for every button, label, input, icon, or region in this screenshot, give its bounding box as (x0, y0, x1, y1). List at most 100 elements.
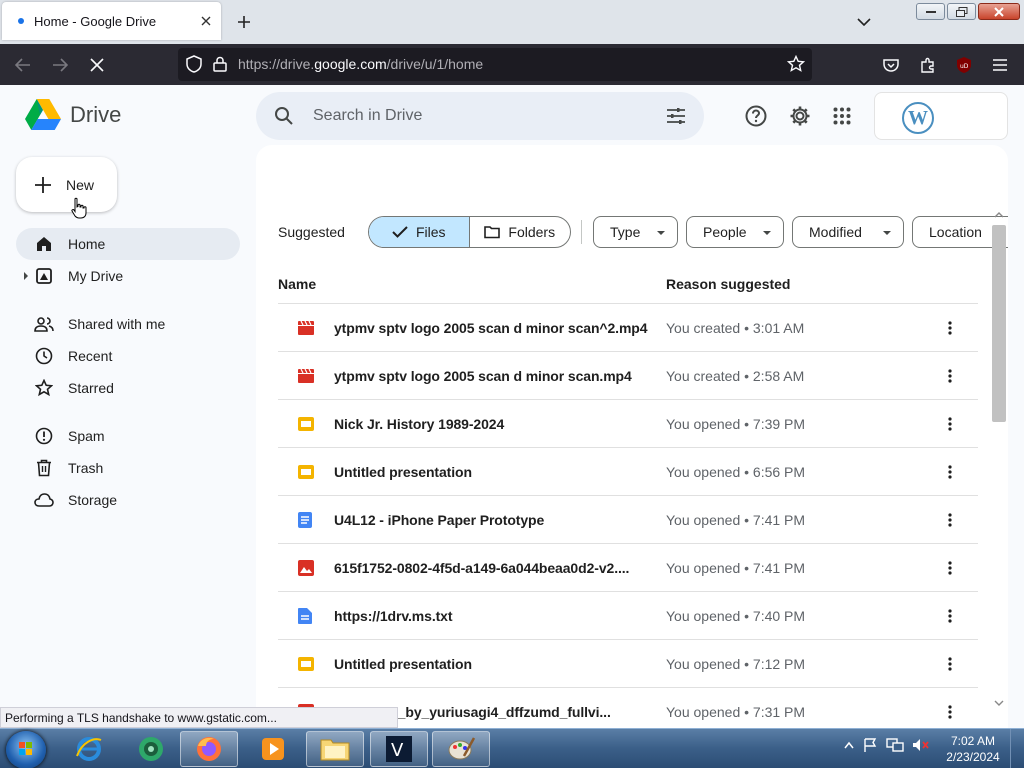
more-actions-icon[interactable] (940, 414, 960, 434)
system-tray (844, 737, 930, 753)
file-row[interactable]: ytpmv sptv logo 2005 scan d minor scan^2… (278, 304, 978, 352)
paint-icon[interactable] (432, 731, 490, 767)
settings-gear-icon[interactable] (788, 104, 812, 128)
sidebar-item-storage[interactable]: Storage (16, 484, 240, 516)
sidebar-item-home[interactable]: Home (16, 228, 240, 260)
file-row[interactable]: Untitled presentation You opened • 7:12 P… (278, 640, 978, 688)
modified-filter-chip[interactable]: Modified (792, 216, 904, 248)
browser-toolbar: https://drive.google.com/drive/u/1/home … (0, 44, 1024, 85)
lock-icon[interactable] (210, 54, 230, 74)
scroll-up-arrow-icon[interactable] (994, 210, 1004, 220)
file-name[interactable]: U4L12 - iPhone Paper Prototype (334, 512, 648, 528)
chip-label: Type (610, 224, 641, 240)
pocket-icon[interactable] (878, 52, 904, 78)
file-row[interactable]: 615f1752-0802-4f5d-a149-6a044beaa0d2-v2.… (278, 544, 978, 592)
restore-button[interactable] (947, 3, 976, 20)
file-row[interactable]: Untitled presentation You opened • 6:56 P… (278, 448, 978, 496)
address-bar[interactable]: https://drive.google.com/drive/u/1/home (178, 48, 812, 81)
search-input[interactable]: Search in Drive (313, 107, 422, 125)
firefox-icon[interactable] (180, 731, 238, 767)
file-row[interactable]: Nick Jr. History 1989-2024 You opened • 7… (278, 400, 978, 448)
internet-explorer-icon[interactable] (60, 731, 118, 767)
windows-logo-icon (19, 742, 32, 755)
network-icon[interactable] (886, 737, 904, 753)
more-actions-icon[interactable] (940, 606, 960, 626)
video-player-icon[interactable] (244, 731, 302, 767)
sidebar-item-trash[interactable]: Trash (16, 452, 240, 484)
forward-arrow-icon[interactable] (47, 52, 73, 78)
more-actions-icon[interactable] (940, 366, 960, 386)
home-icon (34, 234, 54, 254)
file-name[interactable]: ytpmv sptv logo 2005 scan d minor scan^2… (334, 320, 648, 336)
search-bar[interactable]: Search in Drive (256, 92, 704, 140)
sidebar-item-label: Recent (68, 348, 113, 364)
window-close-button[interactable] (978, 3, 1020, 20)
volume-muted-icon[interactable] (912, 737, 930, 753)
file-name[interactable]: 615f1752-0802-4f5d-a149-6a044beaa0d2-v2.… (334, 560, 648, 576)
app-title: Drive (70, 102, 122, 127)
file-name[interactable]: Nick Jr. History 1989-2024 (334, 416, 648, 432)
sidebar-item-shared[interactable]: Shared with me (16, 308, 240, 340)
more-actions-icon[interactable] (940, 654, 960, 674)
file-name[interactable]: https://1drv.ms.txt (334, 608, 648, 624)
type-filter-chip[interactable]: Type (593, 216, 678, 248)
account-button[interactable]: W (874, 92, 1008, 140)
file-reason: You created • 3:01 AM (666, 320, 805, 336)
sidebar-item-my-drive[interactable]: My Drive (16, 260, 240, 292)
show-desktop-button[interactable] (1010, 729, 1024, 768)
files-toggle-button[interactable]: Files (369, 217, 470, 247)
drive-logo[interactable]: Drive (24, 98, 121, 132)
more-actions-icon[interactable] (940, 462, 960, 482)
people-filter-chip[interactable]: People (686, 216, 784, 248)
close-tab-icon[interactable] (197, 12, 215, 30)
column-header-name[interactable]: Name (278, 276, 316, 292)
clock-date: 2/23/2024 (946, 750, 1000, 764)
vegas-pro-icon[interactable]: V (370, 731, 428, 767)
file-row[interactable]: U4L12 - iPhone Paper Prototype You opened… (278, 496, 978, 544)
sidebar-item-starred[interactable]: Starred (16, 372, 240, 404)
scroll-thumb[interactable] (992, 225, 1006, 422)
trash-icon (34, 458, 54, 478)
ublock-icon[interactable]: uD (951, 52, 977, 78)
folders-toggle-button[interactable]: Folders (470, 217, 571, 247)
more-actions-icon[interactable] (940, 510, 960, 530)
minimize-button[interactable] (916, 3, 945, 20)
action-center-flag-icon[interactable] (862, 737, 878, 753)
sidebar-item-label: Trash (68, 460, 104, 476)
sidebar-item-spam[interactable]: Spam (16, 420, 240, 452)
scrollbar[interactable] (990, 210, 1008, 710)
search-options-icon[interactable] (666, 106, 686, 131)
file-name[interactable]: Untitled presentation (334, 656, 648, 672)
more-actions-icon[interactable] (940, 318, 960, 338)
apps-grid-icon[interactable] (830, 104, 854, 128)
browser-tab[interactable]: Home - Google Drive (2, 2, 221, 40)
file-name[interactable]: ytpmv sptv logo 2005 scan d minor scan.m… (334, 368, 648, 384)
file-list: ytpmv sptv logo 2005 scan d minor scan^2… (278, 304, 978, 728)
shield-icon[interactable] (184, 54, 204, 74)
system-clock[interactable]: 7:02 AM 2/23/2024 (944, 733, 1002, 765)
media-app-icon[interactable] (122, 731, 180, 767)
show-hidden-icons-icon[interactable] (844, 741, 854, 749)
more-actions-icon[interactable] (940, 702, 960, 722)
drive-app: Drive Search in Drive W New Home My Driv… (0, 85, 1024, 728)
stop-loading-icon[interactable] (84, 52, 110, 78)
file-row[interactable]: https://1drv.ms.txt You opened • 7:40 PM (278, 592, 978, 640)
extensions-icon[interactable] (915, 52, 941, 78)
new-button[interactable]: New (16, 157, 117, 212)
sidebar-item-recent[interactable]: Recent (16, 340, 240, 372)
back-arrow-icon[interactable] (10, 52, 36, 78)
scroll-down-arrow-icon[interactable] (994, 698, 1004, 708)
file-row[interactable]: ytpmv sptv logo 2005 scan d minor scan.m… (278, 352, 978, 400)
sidebar-item-label: Shared with me (68, 316, 166, 332)
expand-caret-icon[interactable] (24, 272, 28, 280)
file-explorer-icon[interactable] (306, 731, 364, 767)
menu-icon[interactable] (987, 52, 1013, 78)
start-button[interactable] (6, 731, 46, 768)
search-icon[interactable] (274, 106, 294, 131)
more-actions-icon[interactable] (940, 558, 960, 578)
new-tab-button[interactable] (232, 10, 256, 34)
help-icon[interactable] (744, 104, 768, 128)
chevron-down-icon[interactable] (852, 10, 876, 34)
bookmark-star-icon[interactable] (786, 54, 806, 74)
file-name[interactable]: Untitled presentation (334, 464, 648, 480)
